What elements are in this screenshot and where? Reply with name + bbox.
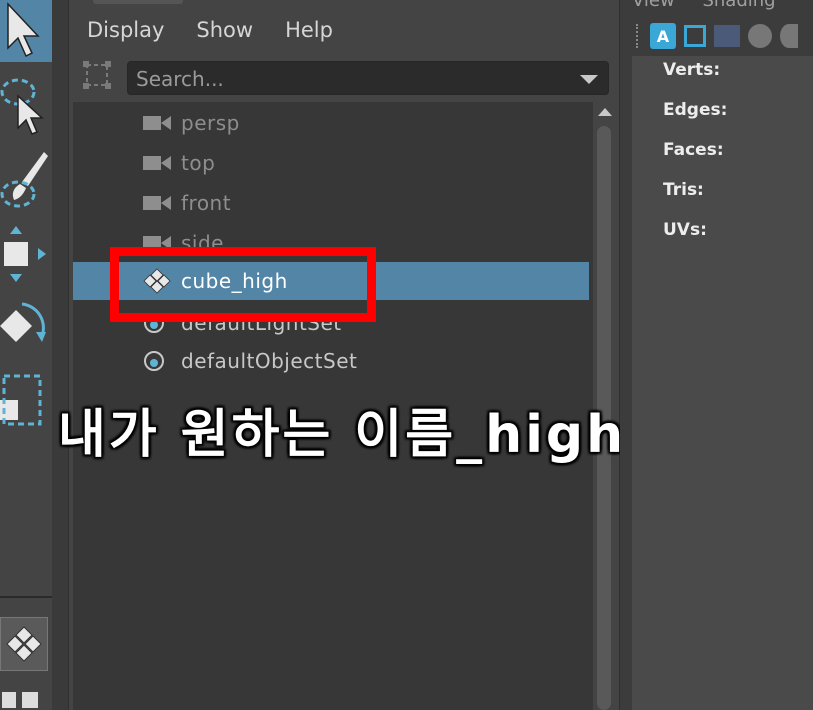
shading-sphere-icon[interactable] bbox=[748, 24, 772, 48]
annotation-highlight-box bbox=[110, 247, 376, 322]
toolbar-mini-buttons[interactable] bbox=[0, 690, 52, 710]
search-dropdown-icon[interactable] bbox=[580, 75, 598, 84]
hud-uvs-label: UVs: bbox=[663, 220, 707, 240]
hud-faces-label: Faces: bbox=[663, 140, 724, 160]
outliner-panel: Display Show Help persp top front sid bbox=[68, 0, 621, 710]
toolbar-divider bbox=[0, 596, 52, 598]
select-arrow-icon bbox=[7, 2, 40, 58]
viewport-menubar: View Shading bbox=[632, 0, 798, 11]
search-row bbox=[69, 56, 619, 102]
tool-strip bbox=[0, 0, 52, 710]
tree-item-label: persp bbox=[181, 111, 240, 135]
rotate-icon bbox=[0, 302, 46, 342]
menu-show[interactable]: Show bbox=[196, 18, 253, 42]
tree-item-top[interactable]: top bbox=[73, 144, 589, 182]
mini-button[interactable] bbox=[2, 692, 16, 708]
tree-item-front[interactable]: front bbox=[73, 184, 589, 222]
camera-icon bbox=[143, 156, 171, 170]
viewport-panel: View Shading A Verts: Edges: Faces: Tris… bbox=[620, 0, 813, 710]
paint-brush-icon bbox=[0, 152, 48, 208]
camera-icon bbox=[143, 196, 171, 210]
camera-icon bbox=[143, 116, 171, 130]
tree-item-label: top bbox=[181, 151, 216, 175]
hud-verts-label: Verts: bbox=[663, 60, 721, 80]
hud-tris-label: Tris: bbox=[663, 180, 704, 200]
scale-icon bbox=[0, 374, 42, 426]
lighting-icon[interactable] bbox=[780, 24, 798, 48]
viewport-toolbar: A bbox=[620, 14, 813, 58]
isolate-select-icon[interactable]: A bbox=[650, 23, 676, 49]
hud-edges-label: Edges: bbox=[663, 100, 728, 120]
annotation-caption: 내가 원하는 이름_high bbox=[58, 405, 627, 465]
paint-select-tool-button[interactable] bbox=[0, 148, 52, 212]
search-input[interactable] bbox=[134, 65, 568, 93]
rotate-tool-button[interactable] bbox=[0, 296, 52, 360]
viewport-menu-shading[interactable]: Shading bbox=[702, 0, 775, 11]
scale-tool-button[interactable] bbox=[0, 370, 52, 434]
move-tool-button[interactable] bbox=[0, 222, 52, 286]
select-tool-button[interactable] bbox=[0, 0, 52, 62]
last-tool-button[interactable] bbox=[0, 614, 52, 674]
set-icon bbox=[144, 351, 164, 371]
menu-display[interactable]: Display bbox=[87, 18, 164, 42]
grid-icon[interactable] bbox=[714, 25, 740, 47]
outliner-title-tab[interactable] bbox=[93, 0, 183, 4]
transform-node-icon bbox=[6, 626, 42, 662]
lasso-select-icon bbox=[0, 78, 44, 135]
menu-help[interactable]: Help bbox=[285, 18, 333, 42]
outliner-menubar: Display Show Help bbox=[69, 12, 619, 48]
frame-selection-icon[interactable] bbox=[684, 25, 706, 47]
tree-item-label: defaultObjectSet bbox=[181, 349, 358, 373]
poly-count-hud: Verts: Edges: Faces: Tris: UVs: bbox=[632, 56, 813, 710]
mini-button[interactable] bbox=[22, 692, 38, 708]
tree-item-label: front bbox=[181, 191, 232, 215]
last-tool-frame bbox=[0, 617, 48, 671]
tree-item-default-object-set[interactable]: defaultObjectSet bbox=[73, 342, 589, 380]
toolbar-handle-icon bbox=[636, 24, 642, 48]
scroll-up-icon[interactable] bbox=[598, 108, 612, 116]
filter-icon[interactable] bbox=[83, 61, 111, 89]
tree-item-persp[interactable]: persp bbox=[73, 104, 589, 142]
lasso-tool-button[interactable] bbox=[0, 70, 52, 136]
viewport-menu-view[interactable]: View bbox=[632, 0, 675, 11]
search-field[interactable] bbox=[127, 61, 609, 95]
move-icon bbox=[4, 226, 46, 282]
